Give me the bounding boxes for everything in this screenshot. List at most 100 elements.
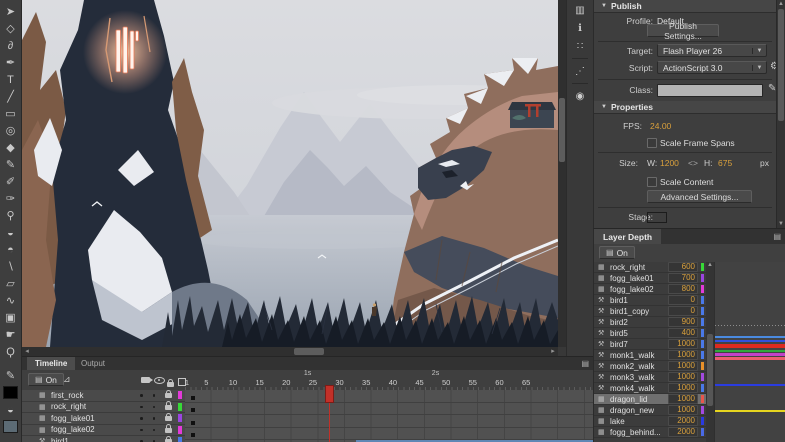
layer-color-chip[interactable]	[701, 263, 704, 271]
zoom-tool[interactable]: Ϙ	[2, 343, 20, 360]
highlight-dot[interactable]	[153, 429, 156, 432]
visibility-dot[interactable]	[140, 394, 143, 397]
ink-bottle-tool[interactable]: ◓	[2, 241, 20, 258]
properties-section-header[interactable]: ▼ Properties	[594, 101, 776, 114]
layer-depth-row[interactable]: ⚒monk2_walk1000	[594, 361, 706, 372]
depth-graph-line[interactable]	[715, 350, 785, 352]
lock-icon[interactable]	[165, 390, 172, 400]
depth-graph-line[interactable]	[715, 344, 785, 348]
layer-color-chip[interactable]	[178, 403, 182, 411]
ruler-frame-number[interactable]: 20	[282, 378, 290, 387]
scroll-up-icon[interactable]: ▲	[706, 262, 714, 268]
layer-color-chip[interactable]	[701, 340, 704, 348]
layer-color-chip[interactable]	[178, 414, 182, 422]
visibility-column-icon[interactable]	[154, 377, 165, 384]
rscroll-thumb[interactable]	[778, 9, 784, 121]
transform-icon[interactable]: ∷	[570, 37, 590, 55]
rotation-tool[interactable]: ∿	[2, 292, 20, 309]
eyedropper-tool[interactable]: ∖	[2, 258, 20, 275]
depth-graph-icon[interactable]: ⊿	[63, 374, 71, 385]
lock-icon[interactable]	[165, 402, 172, 412]
layer-depth-graph[interactable]	[714, 262, 785, 442]
publish-section-header[interactable]: ▼ Publish	[594, 0, 776, 13]
bone-tool[interactable]: ⚲	[2, 207, 20, 224]
oval-tool[interactable]: ◎	[2, 122, 20, 139]
layer-depth-value[interactable]: 2000	[668, 416, 698, 426]
timeline-frames-row[interactable]	[185, 415, 593, 428]
lasso-tool[interactable]: ∂	[2, 37, 20, 54]
layer-color-chip[interactable]	[701, 285, 704, 293]
pencil-tool[interactable]: ✎	[2, 156, 20, 173]
width-value[interactable]: 1200	[660, 158, 679, 168]
depth-graph-line[interactable]	[715, 340, 785, 342]
layer-depth-value[interactable]: 700	[668, 273, 698, 283]
highlight-dot[interactable]	[153, 406, 156, 409]
layer-depth-row[interactable]: ⚒bird1_copy0	[594, 306, 706, 317]
timeline-frames-row[interactable]	[185, 390, 593, 403]
ruler-frame-number[interactable]: 60	[495, 378, 503, 387]
layer-color-chip[interactable]	[701, 417, 704, 425]
layer-depth-value[interactable]: 1000	[668, 405, 698, 415]
paint-brush-tool[interactable]: ✑	[2, 190, 20, 207]
scroll-up-icon[interactable]: ▲	[777, 1, 785, 7]
ruler-frame-number[interactable]: 65	[522, 378, 530, 387]
properties-panel-scrollbar[interactable]: ▲ ▼	[776, 0, 785, 228]
scroll-right-icon[interactable]: ▸	[548, 347, 558, 356]
layer-color-chip[interactable]	[178, 391, 182, 399]
layer-depth-value[interactable]: 600	[668, 262, 698, 272]
layer-color-chip[interactable]	[701, 428, 704, 436]
highlight-dot[interactable]	[153, 417, 156, 420]
panel-menu-icon[interactable]: ▤	[581, 359, 589, 368]
scale-content-checkbox[interactable]	[647, 177, 657, 187]
layer-depth-row[interactable]: ⚒bird71000	[594, 339, 706, 350]
timeline-layer-row[interactable]: ▦fogg_lake01	[22, 413, 185, 425]
layer-depth-row[interactable]: ⚒bird2900	[594, 317, 706, 328]
layer-depth-value[interactable]: 1000	[668, 350, 698, 360]
layer-depth-list-scrollbar[interactable]: ▲	[706, 262, 714, 442]
stage-canvas[interactable]	[22, 0, 558, 347]
lock-icon[interactable]	[165, 413, 172, 423]
layer-depth-row[interactable]: ▦dragon_new1000	[594, 405, 706, 416]
layer-depth-row[interactable]: ⚒bird10	[594, 295, 706, 306]
ruler-frame-number[interactable]: 5	[204, 378, 208, 387]
layer-color-chip[interactable]	[701, 296, 704, 304]
height-value[interactable]: 675	[718, 158, 732, 168]
ruler-frame-number[interactable]: 45	[415, 378, 423, 387]
stroke-color-swatch[interactable]	[3, 386, 18, 399]
ruler-frame-number[interactable]: 10	[229, 378, 237, 387]
visibility-dot[interactable]	[140, 429, 143, 432]
tab-output[interactable]: Output	[73, 357, 113, 370]
layer-color-chip[interactable]	[701, 395, 704, 403]
layer-depth-value[interactable]: 0	[668, 306, 698, 316]
layer-color-chip[interactable]	[701, 274, 704, 282]
layer-depth-on-button[interactable]: ▤ On	[599, 246, 635, 259]
hscroll-track[interactable]	[32, 348, 548, 355]
ruler-frame-number[interactable]: 40	[389, 378, 397, 387]
lock-column-icon[interactable]	[167, 379, 174, 389]
layer-depth-value[interactable]: 0	[668, 295, 698, 305]
keyframe-dot[interactable]	[191, 396, 195, 400]
scale-frame-spans-checkbox[interactable]	[647, 138, 657, 148]
timeline-frames-row[interactable]	[185, 403, 593, 416]
scroll-down-icon[interactable]: ▼	[777, 221, 785, 227]
eraser-tool[interactable]: ▱	[2, 275, 20, 292]
depth-graph-line[interactable]	[715, 353, 785, 356]
fps-value[interactable]: 24.00	[650, 121, 671, 131]
layer-depth-row[interactable]: ▦rock_right600	[594, 262, 706, 273]
vscroll-thumb[interactable]	[559, 98, 565, 162]
layer-depth-value[interactable]: 1000	[668, 339, 698, 349]
layer-depth-row[interactable]: ▦fogg_lake02800	[594, 284, 706, 295]
ruler-frame-number[interactable]: 25	[309, 378, 317, 387]
ld-scroll-thumb[interactable]	[707, 334, 713, 406]
layer-depth-row[interactable]: ⚒monk1_walk1000	[594, 350, 706, 361]
layer-color-chip[interactable]	[701, 362, 704, 370]
fill-color-icon[interactable]: ◒	[2, 401, 20, 418]
stage-color-swatch[interactable]	[647, 212, 667, 223]
timeline-layer-row[interactable]: ⚒bird1	[22, 436, 185, 442]
layer-color-chip[interactable]	[178, 426, 182, 434]
layer-color-chip[interactable]	[701, 307, 704, 315]
info-icon[interactable]: ℹ	[570, 19, 590, 37]
layer-depth-row[interactable]: ⚒monk4_walk1000	[594, 383, 706, 394]
keyframe-dot[interactable]	[191, 421, 195, 425]
layer-depth-value[interactable]: 2000	[668, 427, 698, 437]
